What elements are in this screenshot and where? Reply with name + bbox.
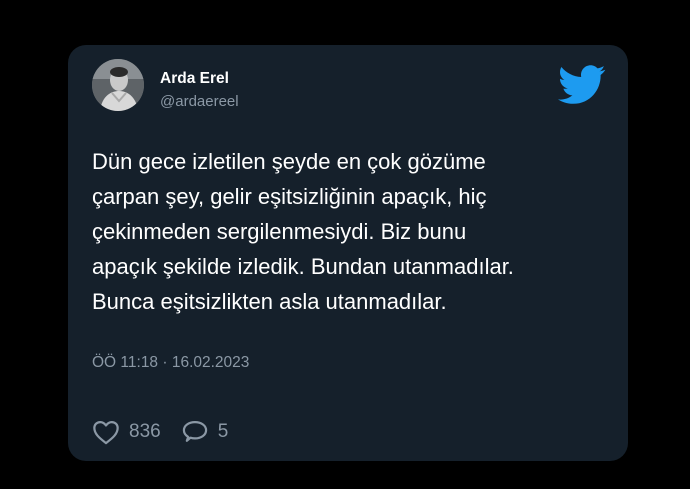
like-count: 836 bbox=[129, 421, 161, 442]
reply-button[interactable]: 5 bbox=[181, 419, 229, 445]
tweet-text-line: çekinmeden sergilenmesiydi. Biz bunu bbox=[92, 219, 467, 244]
author-handle[interactable]: @ardaereel bbox=[160, 93, 239, 110]
tweet-text: Dün gece izletilen şeyde en çok gözüme ç… bbox=[92, 144, 612, 319]
twitter-bird-icon bbox=[558, 65, 606, 105]
tweet-card[interactable]: Arda Erel @ardaereel Dün gece izletilen … bbox=[68, 45, 628, 461]
like-button[interactable]: 836 bbox=[92, 419, 161, 445]
tweet-text-line: Dün gece izletilen şeyde en çok gözüme bbox=[92, 149, 486, 174]
reply-count: 5 bbox=[217, 421, 229, 442]
tweet-text-line: apaçık şekilde izledik. Bundan utanmadıl… bbox=[92, 254, 514, 279]
tweet-actions: 836 5 bbox=[92, 417, 248, 447]
avatar[interactable] bbox=[92, 59, 144, 111]
tweet-text-line: çarpan şey, gelir eşitsizliğinin apaçık,… bbox=[92, 184, 487, 209]
tweet-timestamp[interactable]: ÖÖ 11:18 · 16.02.2023 bbox=[92, 354, 249, 372]
speech-bubble-icon bbox=[182, 420, 207, 442]
heart-icon bbox=[93, 420, 119, 445]
tweet-text-line: Bunca eşitsizlikten asla utanmadılar. bbox=[92, 289, 447, 314]
author-name[interactable]: Arda Erel bbox=[160, 70, 229, 88]
